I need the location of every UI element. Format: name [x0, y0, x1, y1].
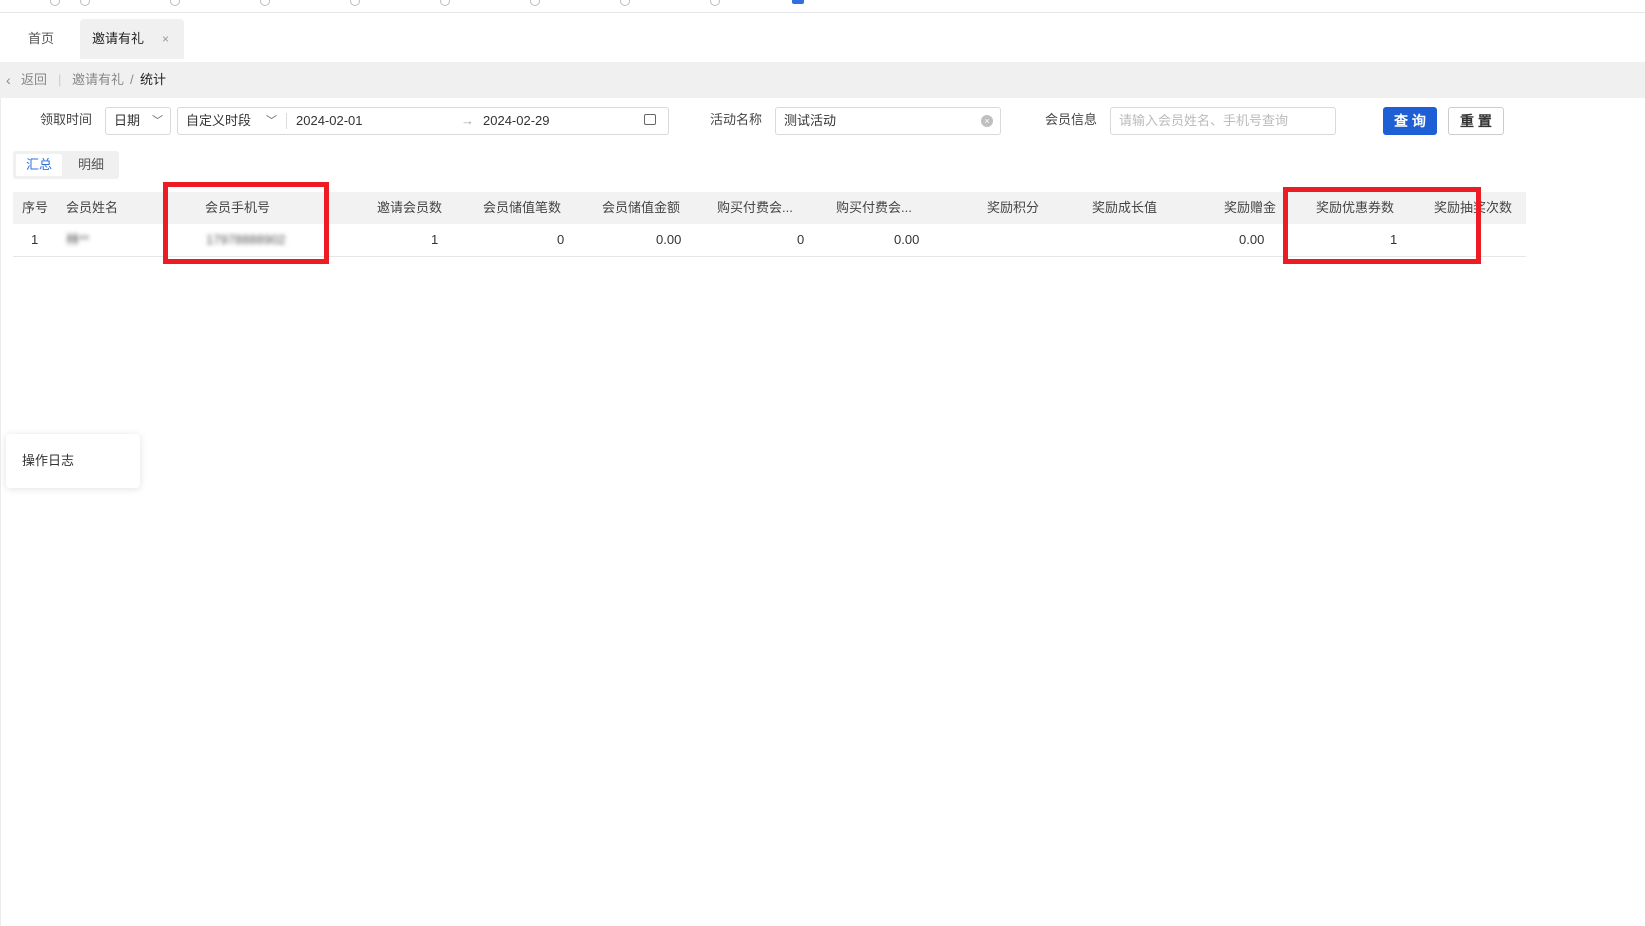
member-search-placeholder: 请输入会员姓名、手机号查询 — [1119, 113, 1289, 128]
reset-button[interactable]: 重 置 — [1448, 107, 1504, 135]
toolbar-icon[interactable] — [530, 0, 540, 6]
tab-summary[interactable]: 汇总 — [16, 154, 63, 176]
toolbar-icon[interactable] — [620, 0, 630, 6]
operation-log-panel[interactable]: 操作日志 — [6, 434, 140, 488]
tab-detail[interactable]: 明细 — [68, 154, 114, 176]
column-header-bonus: 奖励赠金 — [1224, 200, 1277, 215]
breadcrumb-separator: / — [130, 72, 134, 87]
cell-index: 1 — [31, 232, 39, 247]
range-arrow-icon: → — [461, 113, 474, 128]
activity-name-input[interactable]: 测试活动 × — [775, 107, 1001, 135]
divider — [286, 113, 287, 129]
cell-paid-member-2: 0.00 — [894, 232, 920, 247]
cell-stored-count: 0 — [557, 232, 565, 247]
toolbar-icon[interactable] — [440, 0, 450, 6]
date-type-value: 日期 — [114, 113, 141, 128]
tab-invite-gift[interactable]: 邀请有礼 × — [80, 19, 184, 59]
toolbar-icon[interactable] — [260, 0, 270, 6]
cell-paid-member-1: 0 — [797, 232, 805, 247]
date-range-picker[interactable]: 自定义时段 ﹀ 2024-02-01 → 2024-02-29 — [177, 107, 669, 135]
chevron-down-icon[interactable]: ﹀ — [266, 108, 277, 134]
cell-stored-amount: 0.00 — [656, 232, 682, 247]
column-header-points: 奖励积分 — [987, 200, 1040, 215]
breadcrumb-parent[interactable]: 邀请有礼 — [72, 62, 124, 98]
filter-bar: 领取时间 日期 ﹀ 自定义时段 ﹀ 2024-02-01 → 2024-02-2… — [0, 104, 1645, 144]
close-icon[interactable]: × — [162, 32, 169, 46]
page-tab-bar: 首页 邀请有礼 × — [0, 13, 1645, 61]
breadcrumb: ‹ 返回 | 邀请有礼 / 统计 — [0, 62, 1645, 98]
end-date-value[interactable]: 2024-02-29 — [483, 108, 550, 134]
browser-toolbar-strip — [0, 0, 1645, 13]
chevron-left-icon[interactable]: ‹ — [6, 62, 11, 98]
breadcrumb-current: 统计 — [140, 72, 167, 87]
member-search-input[interactable]: 请输入会员姓名、手机号查询 — [1110, 107, 1336, 135]
column-header-index: 序号 — [22, 200, 49, 215]
column-header-stored-count: 会员储值笔数 — [483, 200, 562, 215]
activity-name-label: 活动名称 — [710, 112, 763, 127]
calendar-icon[interactable] — [644, 114, 656, 125]
toolbar-icon[interactable] — [170, 0, 180, 6]
toolbar-icon[interactable] — [350, 0, 360, 6]
highlight-box-phone-column — [163, 182, 329, 264]
operation-log-label: 操作日志 — [22, 453, 75, 468]
breadcrumb-divider: | — [58, 72, 62, 87]
column-header-stored-amount: 会员储值金额 — [602, 200, 681, 215]
cell-invited: 1 — [431, 232, 439, 247]
toolbar-active-icon[interactable] — [792, 0, 804, 4]
period-type-value[interactable]: 自定义时段 — [186, 108, 251, 134]
receive-time-label: 领取时间 — [40, 112, 93, 127]
view-switch: 汇总 明细 — [13, 151, 119, 179]
highlight-box-coupons-column — [1283, 187, 1481, 264]
tab-invite-gift-label: 邀请有礼 — [92, 31, 145, 46]
column-header-growth: 奖励成长值 — [1092, 200, 1158, 215]
toolbar-icon[interactable] — [710, 0, 720, 6]
clear-icon[interactable]: × — [981, 115, 993, 127]
date-type-select[interactable]: 日期 ﹀ — [105, 107, 171, 135]
start-date-value[interactable]: 2024-02-01 — [296, 108, 363, 134]
toolbar-icon[interactable] — [50, 0, 60, 6]
column-header-invited: 邀请会员数 — [377, 200, 443, 215]
column-header-name: 会员姓名 — [66, 200, 119, 215]
tab-home[interactable]: 首页 — [16, 19, 66, 59]
cell-bonus: 0.00 — [1239, 232, 1265, 247]
member-info-label: 会员信息 — [1045, 112, 1098, 127]
column-header-paid-member-1: 购买付费会... — [717, 200, 793, 215]
activity-name-value: 测试活动 — [784, 113, 837, 128]
column-header-paid-member-2: 购买付费会... — [836, 200, 912, 215]
cell-name: 林** — [66, 232, 90, 247]
chevron-down-icon: ﹀ — [152, 115, 163, 127]
toolbar-icon[interactable] — [80, 0, 90, 6]
tab-home-label: 首页 — [28, 31, 55, 46]
back-link[interactable]: 返回 — [21, 62, 47, 98]
query-button[interactable]: 查 询 — [1383, 107, 1437, 135]
content-border — [0, 98, 1, 926]
